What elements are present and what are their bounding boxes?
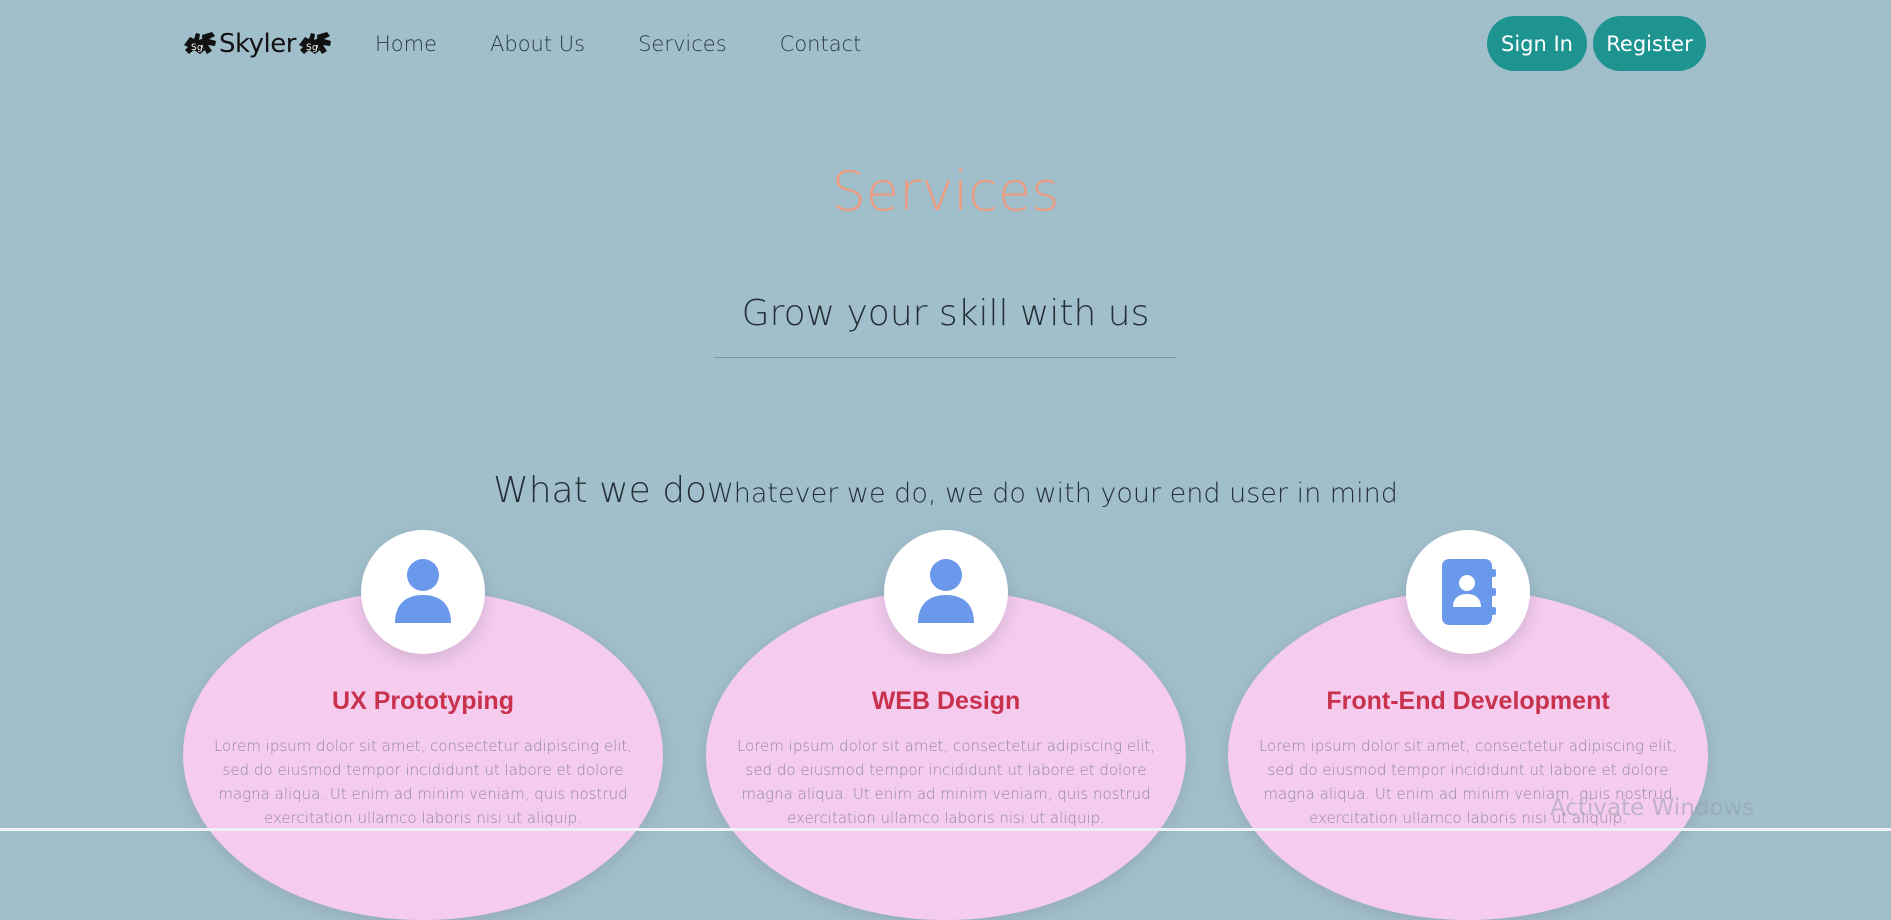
service-card-description: Lorem ipsum dolor sit amet, consectetur … [736, 737, 1156, 827]
service-card-title: WEB Design [871, 687, 1021, 715]
service-card-icon-badge [1406, 530, 1530, 654]
nav-link-contact[interactable]: Contact [780, 28, 862, 60]
service-card-icon-badge [884, 530, 1008, 654]
sign-language-hand-icon: S g [184, 32, 216, 54]
service-card-title: UX Prototyping [332, 687, 514, 715]
what-we-do-tagline: Whatever we do, we do with your end user… [707, 478, 1398, 509]
svg-text:g: g [312, 43, 318, 53]
page-subtitle: Grow your skill with us [741, 293, 1150, 334]
nav-link-home[interactable]: Home [375, 28, 437, 60]
page-title: Services [831, 160, 1060, 223]
register-button[interactable]: Register [1593, 16, 1706, 71]
activate-windows-watermark: Activate Windows [1550, 795, 1755, 821]
brand-name: Skyler [219, 29, 296, 59]
svg-text:g: g [197, 43, 203, 53]
service-card-description: Lorem ipsum dolor sit amet, consectetur … [213, 737, 633, 827]
what-we-do-heading: What we do [493, 470, 708, 511]
nav-link-about-us[interactable]: About Us [490, 28, 585, 60]
what-we-do-header: What we doWhatever we do, we do with you… [0, 470, 1891, 511]
subtitle-divider [714, 357, 1177, 358]
nav-link-services[interactable]: Services [638, 28, 727, 60]
brand-logo[interactable]: S g Skyler S g [182, 24, 333, 64]
service-card-title: Front-End Development [1326, 687, 1610, 715]
service-card-icon-badge [361, 530, 485, 654]
navbar: S g Skyler S g Home About Us Services Co… [0, 0, 1891, 88]
user-icon [918, 559, 974, 623]
main-nav: Home About Us Services Contact [375, 28, 914, 60]
address-book-icon [1442, 559, 1496, 625]
sign-language-hand-icon: S g [298, 32, 331, 54]
sign-in-button[interactable]: Sign In [1487, 16, 1587, 71]
user-icon [395, 559, 451, 623]
